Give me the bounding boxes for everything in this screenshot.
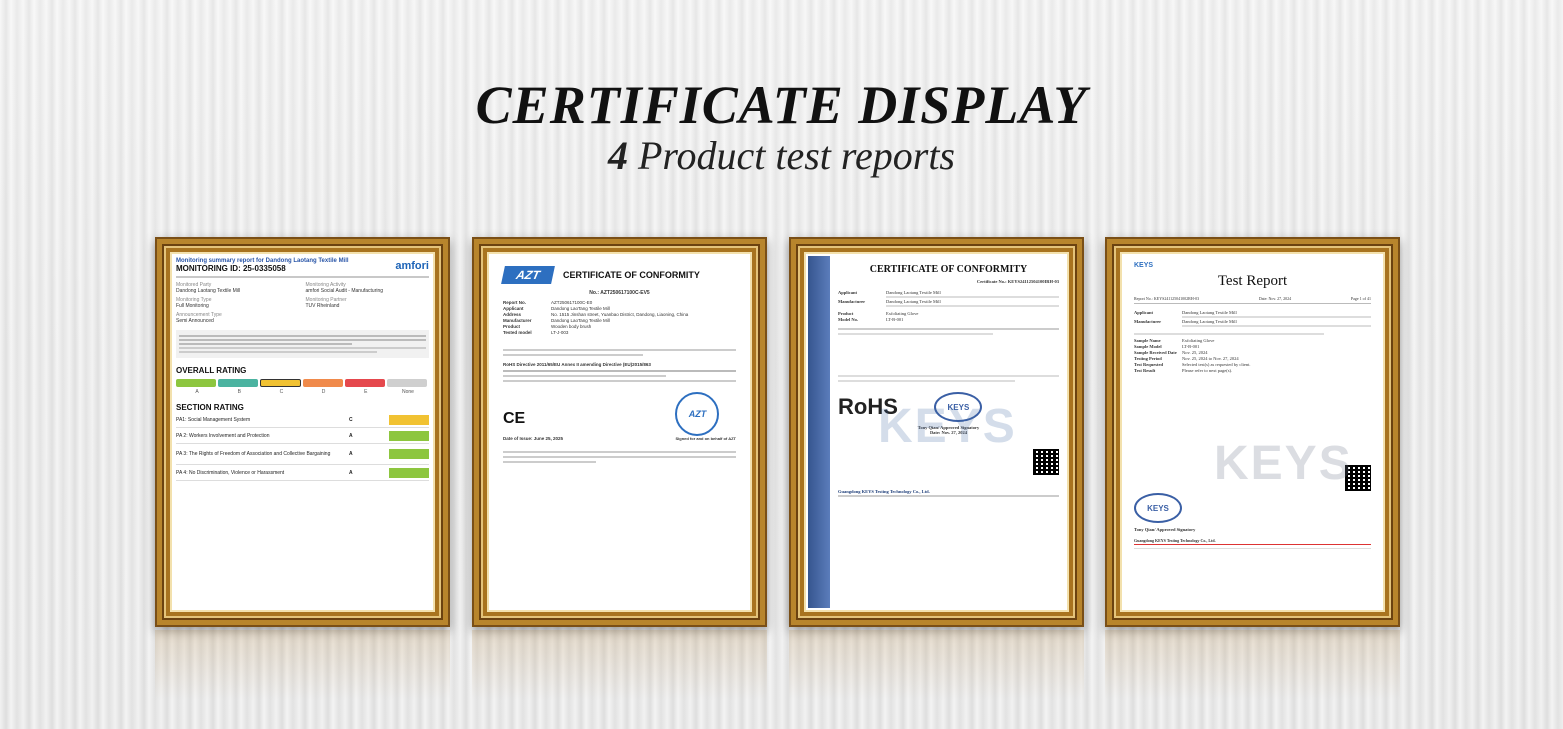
- directive-text: RoHS Directive 2011/65/EU Annex II amend…: [503, 362, 651, 367]
- field-row: Applicant Dandong Laotang Textile Mill: [838, 290, 941, 295]
- certificate-frame-keys-rohs[interactable]: CERTIFICATE OF CONFORMITY Certificate No…: [789, 237, 1084, 627]
- field-row: Report No. AZT250617100C-E0: [503, 300, 593, 305]
- keys-stamp: KEYS: [1134, 493, 1182, 523]
- field-block: Announcement Type Semi Announced: [176, 312, 222, 324]
- field-row: Test Requested Selected test(s) as reques…: [1134, 362, 1251, 367]
- azt-stamp: AZT: [675, 392, 720, 436]
- certificate-frame-amfori[interactable]: Monitoring summary report for Dandong La…: [155, 237, 450, 627]
- field-row: Sample Model LT-B-001: [1134, 344, 1200, 349]
- azt-certificate: AZT CERTIFICATE OF CONFORMITY No.: AZT25…: [491, 256, 748, 608]
- certificate-frame-azt[interactable]: AZT CERTIFICATE OF CONFORMITY No.: AZT25…: [472, 237, 767, 627]
- field-block: Monitoring Activity amfori Social Audit -…: [305, 282, 384, 294]
- field-row: Testing Period Nov. 25, 2024 to Nov. 27, …: [1134, 356, 1239, 361]
- signature-caption: Signed for and on behalf of AZT: [675, 436, 736, 441]
- issue-date: Date of Issue: June 25, 2025: [503, 436, 564, 441]
- certificate-number: Certificate No.: KEYS24112504100IRH-03: [976, 279, 1059, 284]
- subtitle-count: 4: [607, 133, 628, 178]
- amfori-logo: amfori: [395, 259, 429, 272]
- frame-reflection: [155, 630, 450, 700]
- page-title: CERTIFICATE DISPLAY: [475, 75, 1088, 135]
- keys-rohs-certificate: CERTIFICATE OF CONFORMITY Certificate No…: [808, 256, 1065, 608]
- field-row: Sample Received Date Nov. 25, 2024: [1134, 350, 1208, 355]
- field-row: Test Result Please refer to next page(s).: [1134, 368, 1233, 373]
- field-row: Applicant Dandong Laotang Textile Mill: [1134, 310, 1237, 315]
- field-row: Applicant Dandong LaoTang Textile Mill: [503, 306, 610, 311]
- report-title: Test Report: [1217, 273, 1288, 289]
- frame-reflection: [472, 630, 767, 700]
- rating-labels: A B C D E None: [195, 389, 414, 395]
- certificate-number: No.: AZT250617100C-EV5: [589, 290, 650, 296]
- certificate-title: CERTIFICATE OF CONFORMITY: [869, 264, 1028, 275]
- rating-bar: [176, 379, 429, 387]
- section-row: PA1: Social Management System C: [176, 412, 429, 428]
- issuer-footer: Guangdong KEYS Testing Technology Co., L…: [1134, 538, 1216, 543]
- divider: [176, 276, 429, 278]
- field-row: Tested model LT-J-003: [503, 330, 569, 335]
- heading: CERTIFICATE DISPLAY 4 Product test repor…: [0, 74, 1563, 180]
- overall-rating-title: OVERALL RATING: [176, 366, 247, 375]
- signatory: Tony Qian/ Approved Signatory: [1134, 527, 1196, 532]
- certificate-title: CERTIFICATE OF CONFORMITY: [563, 270, 700, 280]
- field-row: Manufacturer Dandong Laotang Textile Mill: [838, 299, 941, 304]
- field-row: Manufacturer Dandong LaoTang Textile Mill: [503, 318, 610, 323]
- keys-test-report: KEYS Test Report Report No.: KEYS2411250…: [1124, 256, 1381, 608]
- field-row: Model No. LT-B-001: [838, 317, 904, 322]
- section-row: PA 2: Workers Involvement and Protection…: [176, 428, 429, 444]
- issuer-footer: Guangdong KEYS Testing Technology Co., L…: [838, 489, 930, 494]
- section-rating-title: SECTION RATING: [176, 403, 244, 412]
- qr-code: [1033, 449, 1059, 475]
- field-block: Monitored Party Dandong Laotang Textile M…: [176, 282, 241, 294]
- keys-watermark: KEYS: [1214, 437, 1353, 490]
- azt-logo: AZT: [501, 266, 555, 284]
- page-subtitle: 4 Product test reports: [0, 132, 1563, 180]
- section-row: PA 3: The Rights of Freedom of Associati…: [176, 444, 429, 465]
- ce-mark: CE: [503, 410, 526, 427]
- keys-logo: KEYS: [1134, 262, 1154, 269]
- notice-box: [176, 330, 429, 358]
- monitoring-id: MONITORING ID: 25-0335058: [176, 264, 286, 273]
- section-row: PA 4: No Discrimination, Violence or Har…: [176, 465, 429, 481]
- field-block: Monitoring Partner TUV Rheinland: [305, 297, 347, 309]
- frame-reflection: [789, 630, 1084, 700]
- decorative-side-band: [808, 256, 830, 608]
- subtitle-text: Product test reports: [637, 133, 955, 178]
- frame-reflection: [1105, 630, 1400, 700]
- certificate-frame-keys-report[interactable]: KEYS Test Report Report No.: KEYS2411250…: [1105, 237, 1400, 627]
- field-row: Product Wooden body brush: [503, 324, 592, 329]
- field-row: Sample Name Exfoliating Glove: [1134, 338, 1215, 343]
- keys-watermark: KEYS: [878, 400, 1017, 453]
- field-row: Manufacturer Dandong Laotang Textile Mill: [1134, 319, 1237, 324]
- report-meta: Report No.: KEYS241125041002RH-03 Date: N…: [1134, 296, 1371, 301]
- field-row: Address No. 1515 Jinshan street, Yuanbao …: [503, 312, 689, 317]
- field-row: Product Exfoliating Glove: [838, 311, 919, 316]
- amfori-report: Monitoring summary report for Dandong La…: [174, 256, 431, 608]
- field-block: Monitoring Type Full Monitoring: [176, 297, 212, 309]
